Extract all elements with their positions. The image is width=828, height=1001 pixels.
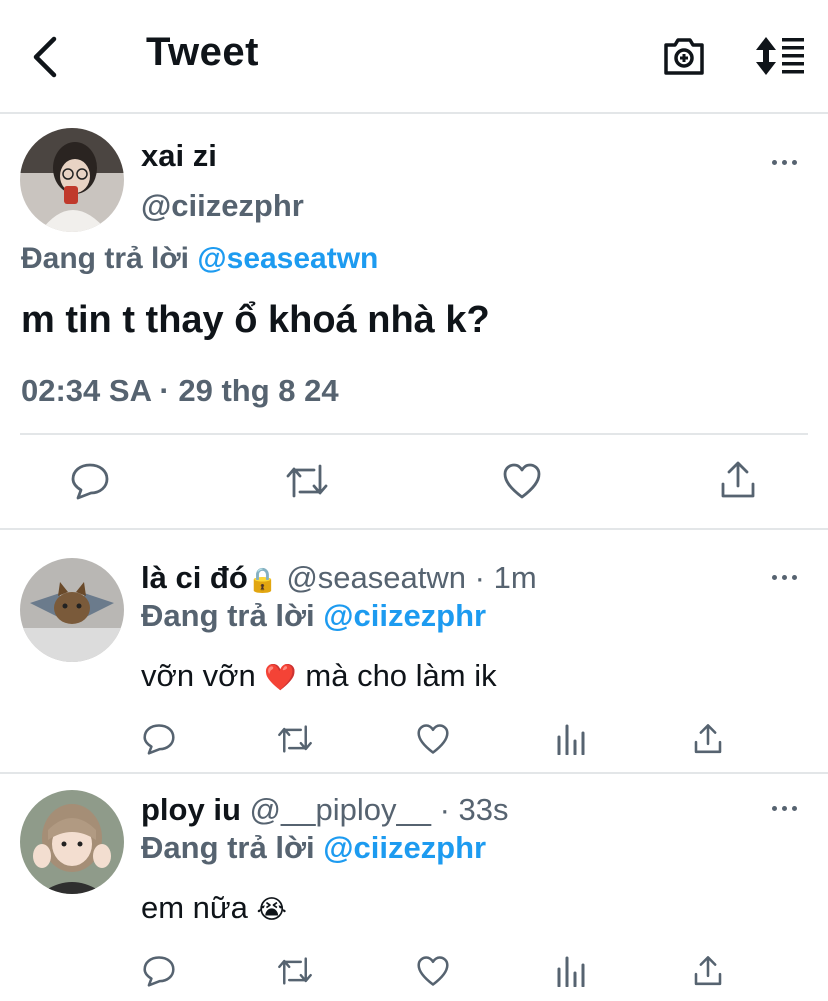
reply-button[interactable] bbox=[142, 955, 176, 987]
share-icon bbox=[721, 461, 755, 498]
heart-icon bbox=[417, 724, 449, 754]
replying-to: Đang trả lời @ciizezphr bbox=[141, 598, 486, 634]
dot-icon bbox=[782, 806, 787, 811]
bar-chart-icon bbox=[557, 956, 585, 987]
dot-icon bbox=[782, 160, 787, 165]
separator: · bbox=[474, 560, 485, 595]
relative-time: 33s bbox=[458, 792, 509, 827]
comment-icon bbox=[71, 463, 109, 500]
dot-icon bbox=[772, 806, 777, 811]
retweet-button[interactable] bbox=[276, 723, 314, 755]
share-button[interactable] bbox=[692, 722, 724, 756]
dot-icon bbox=[792, 160, 797, 165]
page-title: Tweet bbox=[146, 30, 259, 74]
tweet-text: vỡn vỡn ❤️ mà cho làm ik bbox=[141, 658, 497, 694]
replying-prefix: Đang trả lời bbox=[141, 830, 315, 865]
more-options-button[interactable] bbox=[772, 158, 802, 168]
replying-prefix: Đang trả lời bbox=[141, 598, 315, 633]
analytics-button[interactable] bbox=[556, 723, 586, 755]
chevron-left-icon bbox=[33, 36, 57, 78]
retweet-icon bbox=[278, 725, 312, 753]
section-divider bbox=[0, 528, 828, 530]
timestamp[interactable]: 02:34 SA · 29 thg 8 24 bbox=[21, 373, 339, 409]
display-name[interactable]: là ci đó bbox=[141, 560, 248, 595]
avatar[interactable] bbox=[20, 558, 124, 662]
avatar[interactable] bbox=[20, 128, 124, 232]
tweet-text: em nữa 😭 bbox=[141, 890, 287, 926]
timestamp-divider bbox=[20, 433, 808, 435]
avatar-photo-icon bbox=[20, 128, 124, 232]
more-options-button[interactable] bbox=[772, 573, 802, 583]
heart-icon bbox=[417, 956, 449, 986]
avatar-cat-icon bbox=[20, 558, 124, 662]
mention-link[interactable]: @seaseatwn bbox=[197, 242, 378, 275]
relative-time: 1m bbox=[493, 560, 537, 595]
dot-icon bbox=[782, 575, 787, 580]
camera-button[interactable] bbox=[662, 36, 706, 76]
separator: · bbox=[439, 792, 450, 827]
heart-icon bbox=[503, 463, 541, 499]
share-icon bbox=[694, 956, 722, 986]
mention-link[interactable]: @ciizezphr bbox=[323, 830, 486, 865]
comment-icon bbox=[143, 724, 175, 755]
reply-divider bbox=[0, 772, 828, 774]
retweet-button[interactable] bbox=[284, 462, 330, 500]
tweet-text-part: mà cho làm ik bbox=[305, 658, 497, 693]
display-name[interactable]: ploy iu bbox=[141, 792, 241, 827]
like-button[interactable] bbox=[502, 462, 542, 500]
retweet-icon bbox=[286, 464, 328, 498]
sort-lines-icon bbox=[756, 37, 804, 75]
like-button[interactable] bbox=[416, 723, 450, 755]
heart-emoji-icon: ❤️ bbox=[264, 662, 297, 692]
handle[interactable]: @__piploy__ bbox=[250, 792, 431, 827]
camera-plus-icon bbox=[664, 38, 704, 75]
share-icon bbox=[694, 724, 722, 754]
crying-emoji-icon: 😭 bbox=[256, 894, 287, 924]
comment-icon bbox=[143, 956, 175, 987]
reply-header: là ci đó🔒 @seaseatwn · 1m bbox=[141, 560, 537, 596]
replying-to: Đang trả lời @ciizezphr bbox=[141, 830, 486, 866]
handle[interactable]: @seaseatwn bbox=[286, 560, 466, 595]
tweet-text: m tin t thay ổ khoá nhà k? bbox=[21, 299, 490, 341]
avatar-girl-icon bbox=[20, 790, 124, 894]
dot-icon bbox=[772, 160, 777, 165]
share-button[interactable] bbox=[718, 460, 758, 500]
mention-link[interactable]: @ciizezphr bbox=[323, 598, 486, 633]
like-button[interactable] bbox=[416, 955, 450, 987]
dot-icon bbox=[792, 575, 797, 580]
header-divider bbox=[0, 112, 828, 114]
reply-button[interactable] bbox=[70, 462, 110, 500]
tweet-text-part: em nữa bbox=[141, 890, 248, 925]
sort-button[interactable] bbox=[754, 36, 806, 76]
reply-header: ploy iu @__piploy__ · 33s bbox=[141, 792, 509, 828]
dot-icon bbox=[792, 806, 797, 811]
avatar[interactable] bbox=[20, 790, 124, 894]
retweet-button[interactable] bbox=[276, 955, 314, 987]
retweet-icon bbox=[278, 957, 312, 985]
dot-icon bbox=[772, 575, 777, 580]
replying-prefix: Đang trả lời bbox=[21, 242, 190, 275]
lock-icon: 🔒 bbox=[247, 567, 278, 594]
display-name[interactable]: xai zi bbox=[141, 138, 217, 174]
reply-button[interactable] bbox=[142, 723, 176, 755]
tweet-text-part: vỡn vỡn bbox=[141, 658, 256, 693]
handle[interactable]: @ciizezphr bbox=[141, 188, 304, 224]
more-options-button[interactable] bbox=[772, 804, 802, 814]
analytics-button[interactable] bbox=[556, 955, 586, 987]
back-button[interactable] bbox=[28, 36, 62, 78]
share-button[interactable] bbox=[692, 954, 724, 988]
replying-to: Đang trả lời @seaseatwn bbox=[21, 242, 378, 276]
bar-chart-icon bbox=[557, 724, 585, 755]
